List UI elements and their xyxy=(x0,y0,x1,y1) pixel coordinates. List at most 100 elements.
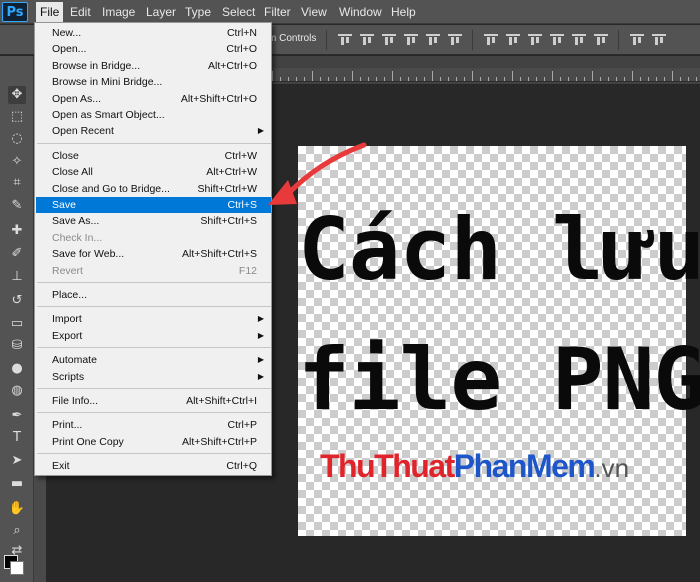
align-right-icon[interactable] xyxy=(448,33,462,47)
ruler-tick xyxy=(312,71,313,81)
lasso-icon[interactable]: ◌ xyxy=(8,130,26,148)
arrange-icon[interactable] xyxy=(652,33,666,47)
dist-right-icon[interactable] xyxy=(594,33,608,47)
menu-item-save[interactable]: Save Ctrl+S xyxy=(36,197,271,213)
blur-icon[interactable]: ● xyxy=(8,360,26,378)
ruler-tick xyxy=(632,71,633,81)
menu-item-open[interactable]: Open... Ctrl+O xyxy=(36,41,271,57)
align-bottom-icon[interactable] xyxy=(382,33,396,47)
menu-separator xyxy=(37,282,271,283)
menu-help[interactable]: Help xyxy=(387,4,420,20)
menu-item-label: Import xyxy=(52,313,82,326)
dist-vcenter-icon[interactable] xyxy=(506,33,520,47)
menu-item-close-and-go-to-bridge[interactable]: Close and Go to Bridge... Shift+Ctrl+W xyxy=(36,181,271,197)
menu-select[interactable]: Select xyxy=(218,4,259,20)
ruler-tick xyxy=(376,77,377,81)
transform-controls-label[interactable]: m Controls xyxy=(268,33,316,44)
menu-item-save-for-web[interactable]: Save for Web... Alt+Shift+Ctrl+S xyxy=(36,246,271,262)
menu-item-label: Save xyxy=(52,199,76,211)
ruler-tick xyxy=(672,71,673,81)
ruler-tick xyxy=(696,77,697,81)
dodge-icon[interactable]: ◍ xyxy=(8,382,26,400)
menu-item-close[interactable]: Close Ctrl+W xyxy=(36,148,271,164)
move-icon[interactable]: ✥ xyxy=(8,86,26,104)
menu-layer[interactable]: Layer xyxy=(142,4,180,20)
menu-item-open-recent[interactable]: Open Recent ▶ xyxy=(36,123,271,139)
ruler-tick xyxy=(424,77,425,81)
align-hcenter-icon[interactable] xyxy=(426,33,440,47)
document-canvas[interactable]: Cách lưu file PNG ThuThuatPhanMem.vn xyxy=(298,146,700,536)
menu-item-label: Open Recent xyxy=(52,125,114,138)
menu-item-shortcut: Alt+Shift+Ctrl+O xyxy=(180,92,257,105)
history-brush-icon[interactable]: ↺ xyxy=(8,292,26,310)
menu-item-label: Exit xyxy=(52,460,70,473)
watermark-part-2: PhanMem xyxy=(453,448,596,484)
auto-align-icon[interactable] xyxy=(630,33,644,47)
menu-view[interactable]: View xyxy=(297,4,331,20)
ruler-tick xyxy=(448,77,449,81)
type-icon[interactable]: T xyxy=(8,429,26,447)
menu-item-new[interactable]: New... Ctrl+N xyxy=(36,25,271,41)
menu-filter[interactable]: Filter xyxy=(260,4,295,20)
magic-wand-icon[interactable]: ✧ xyxy=(8,153,26,171)
watermark-logo: ThuThuatPhanMem.vn xyxy=(320,448,629,485)
menu-item-save-as[interactable]: Save As... Shift+Ctrl+S xyxy=(36,213,271,229)
menu-item-scripts[interactable]: Scripts ▶ xyxy=(36,369,271,385)
dist-top-icon[interactable] xyxy=(484,33,498,47)
menu-separator xyxy=(37,142,271,144)
menu-item-shortcut: Shift+Ctrl+W xyxy=(197,182,257,195)
menu-item-revert: Revert F12 xyxy=(36,263,271,279)
menu-item-browse-in-mini-bridge[interactable]: Browse in Mini Bridge... xyxy=(36,74,271,90)
ruler-tick xyxy=(536,77,537,81)
hand-icon[interactable]: ✋ xyxy=(8,500,26,518)
brush-icon[interactable]: ✐ xyxy=(8,245,26,263)
menu-file[interactable]: File xyxy=(36,2,64,23)
marquee-icon[interactable]: ⬚ xyxy=(8,108,26,126)
menu-item-close-all[interactable]: Close All Alt+Ctrl+W xyxy=(36,164,271,180)
menu-item-browse-in-bridge[interactable]: Browse in Bridge... Alt+Ctrl+O xyxy=(36,58,271,74)
menu-item-open-as[interactable]: Open As... Alt+Shift+Ctrl+O xyxy=(36,91,271,107)
align-left-icon[interactable] xyxy=(404,33,418,47)
dist-bottom-icon[interactable] xyxy=(528,33,542,47)
align-vcenter-icon[interactable] xyxy=(360,33,374,47)
crop-icon[interactable]: ⌗ xyxy=(8,174,26,192)
dist-left-icon[interactable] xyxy=(550,33,564,47)
menu-image[interactable]: Image xyxy=(98,4,139,20)
menu-item-shortcut: Ctrl+N xyxy=(226,27,257,39)
align-top-icon[interactable] xyxy=(338,33,352,47)
eyedropper-icon[interactable]: ✎ xyxy=(8,197,26,215)
path-selection-icon[interactable]: ➤ xyxy=(8,452,26,470)
menu-edit[interactable]: Edit xyxy=(66,4,95,20)
menu-item-export[interactable]: Export ▶ xyxy=(36,328,271,344)
ruler-tick xyxy=(360,77,361,81)
color-swatches-icon[interactable] xyxy=(4,555,24,575)
menu-item-shortcut: F12 xyxy=(238,264,257,277)
dist-hcenter-icon[interactable] xyxy=(572,33,586,47)
menu-item-place[interactable]: Place... xyxy=(36,287,271,303)
menu-item-import[interactable]: Import ▶ xyxy=(36,311,271,327)
menu-item-file-info[interactable]: File Info... Alt+Shift+Ctrl+I xyxy=(36,393,271,409)
menu-item-print[interactable]: Print... Ctrl+P xyxy=(36,417,271,433)
menu-item-open-as-smart-object[interactable]: Open as Smart Object... xyxy=(36,107,271,123)
rectangle-icon[interactable]: ▬ xyxy=(8,475,26,493)
ruler-tick xyxy=(416,77,417,81)
ruler-tick xyxy=(432,71,433,81)
menu-type[interactable]: Type xyxy=(181,4,215,20)
menu-item-exit[interactable]: Exit Ctrl+Q xyxy=(36,458,271,474)
menu-window[interactable]: Window xyxy=(335,4,386,20)
ruler-tick xyxy=(496,77,497,81)
ruler-tick xyxy=(504,77,505,81)
pen-icon[interactable]: ✒ xyxy=(8,407,26,425)
eraser-icon[interactable]: ▭ xyxy=(8,315,26,333)
healing-brush-icon[interactable]: ✚ xyxy=(8,222,26,240)
zoom-icon[interactable]: ⌕ xyxy=(8,522,26,540)
ruler-tick xyxy=(440,77,441,81)
menu-item-label: Save As... xyxy=(52,215,100,228)
paint-bucket-icon[interactable]: ⛁ xyxy=(8,337,26,355)
options-separator xyxy=(618,30,619,50)
menu-item-print-one-copy[interactable]: Print One Copy Alt+Shift+Ctrl+P xyxy=(36,434,271,450)
ruler-tick xyxy=(616,77,617,81)
menu-item-automate[interactable]: Automate ▶ xyxy=(36,352,271,368)
clone-stamp-icon[interactable]: ⊥ xyxy=(8,268,26,286)
ruler-tick xyxy=(680,77,681,81)
